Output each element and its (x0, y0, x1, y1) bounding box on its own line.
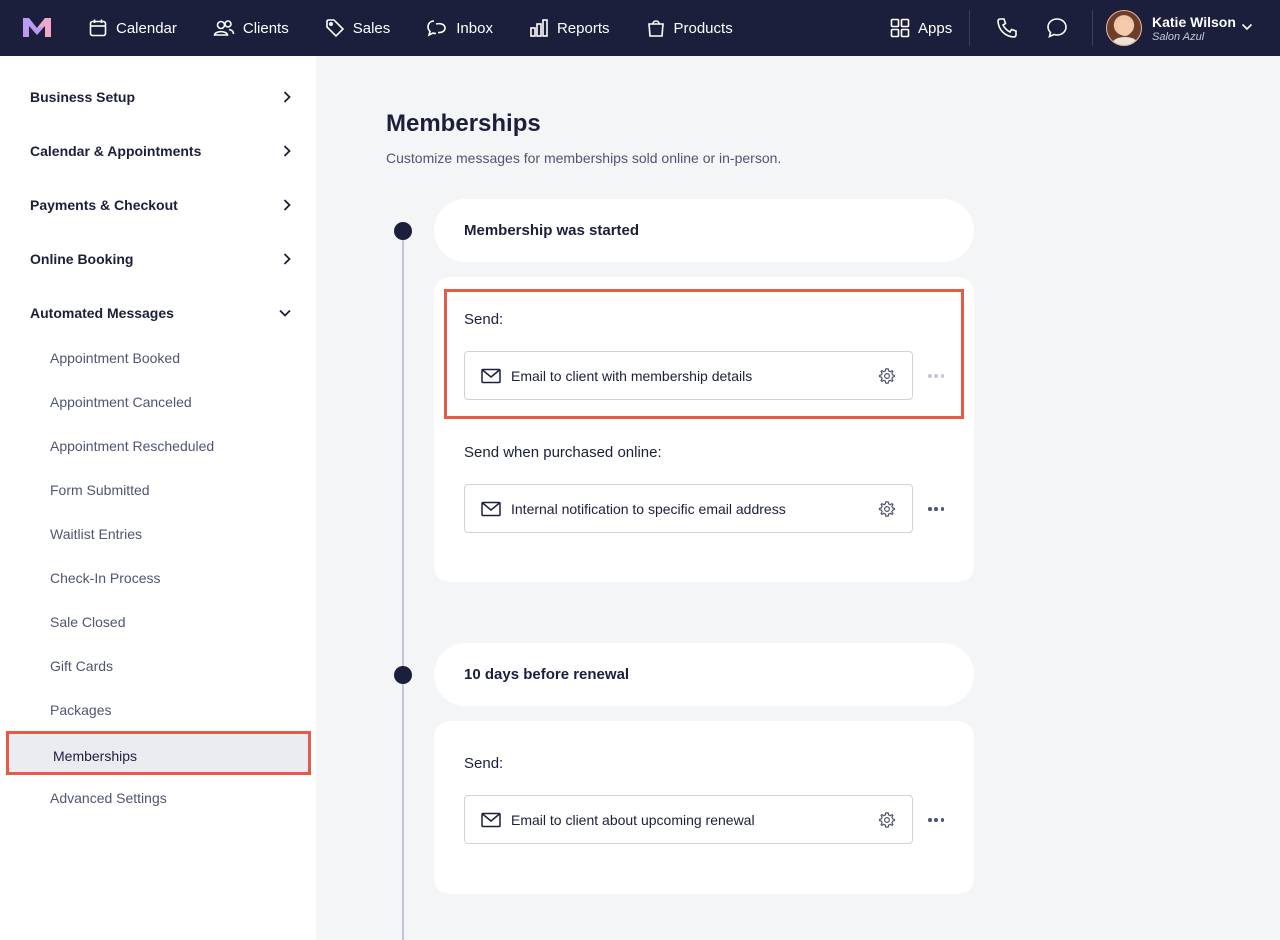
sidebar-item-packages[interactable]: Packages (50, 702, 111, 718)
gear-icon[interactable] (878, 500, 896, 518)
envelope-icon (481, 812, 501, 827)
send-label: Send: (464, 311, 504, 328)
event-header-membership-started: Membership was started (434, 199, 974, 262)
gear-icon[interactable] (878, 367, 896, 385)
nav-products-label: Products (673, 19, 733, 37)
sidebar-section-label: Payments & Checkout (30, 197, 178, 213)
envelope-icon (481, 368, 501, 383)
nav-calendar[interactable]: Calendar (88, 18, 177, 38)
sidebar-section-label: Calendar & Appointments (30, 143, 202, 159)
message-row-internal-notification[interactable]: Internal notification to specific email … (464, 484, 913, 533)
sidebar-section-calendar-appointments[interactable]: Calendar & Appointments (30, 143, 292, 159)
chevron-right-icon (283, 199, 291, 211)
nav-divider (969, 10, 970, 46)
apps-label: Apps (918, 19, 953, 37)
nav-inbox[interactable]: Inbox (426, 18, 493, 38)
chat-icon (427, 20, 447, 37)
sidebar-section-business-setup[interactable]: Business Setup (30, 89, 292, 105)
sidebar-section-label: Automated Messages (30, 305, 174, 321)
shopping-bag-icon (647, 20, 664, 37)
user-menu[interactable]: Katie Wilson Salon Azul (1106, 10, 1236, 46)
sidebar-item-gift-cards[interactable]: Gift Cards (50, 658, 113, 674)
sidebar-section-payments-checkout[interactable]: Payments & Checkout (30, 197, 292, 213)
event-card-before-renewal: Send: Email to client about upcoming ren… (434, 721, 974, 894)
sidebar-item-check-in-process[interactable]: Check-In Process (50, 570, 160, 586)
tag-icon (325, 19, 344, 38)
page-title: Memberships (386, 110, 541, 137)
brand-logo-icon[interactable] (22, 16, 52, 38)
message-label: Email to client about upcoming renewal (511, 811, 755, 828)
phone-icon[interactable] (995, 16, 1019, 40)
sidebar-item-appointment-booked[interactable]: Appointment Booked (50, 350, 180, 366)
clients-icon (213, 20, 235, 36)
chevron-down-icon[interactable] (1241, 22, 1253, 32)
nav-inbox-label: Inbox (456, 19, 493, 37)
send-label: Send: (464, 755, 504, 772)
messages-icon[interactable] (1045, 16, 1069, 40)
nav-calendar-label: Calendar (116, 19, 177, 37)
sidebar-item-memberships[interactable]: Memberships (6, 731, 311, 775)
main-nav: Calendar Clients Sales Inbox Reports Pro… (88, 0, 769, 56)
top-nav: Calendar Clients Sales Inbox Reports Pro… (0, 0, 1280, 56)
event-header-before-renewal: 10 days before renewal (434, 643, 974, 706)
message-label: Email to client with membership details (511, 367, 753, 384)
sidebar-item-form-submitted[interactable]: Form Submitted (50, 482, 150, 498)
user-name: Katie Wilson (1152, 13, 1236, 30)
more-options-button[interactable] (928, 374, 944, 378)
message-row-upcoming-renewal[interactable]: Email to client about upcoming renewal (464, 795, 913, 844)
sidebar-item-label: Memberships (53, 748, 138, 764)
timeline-dot (394, 666, 412, 684)
timeline-line (402, 230, 404, 940)
nav-clients-label: Clients (242, 19, 289, 37)
sidebar-section-label: Online Booking (30, 251, 134, 267)
timeline-dot (394, 222, 412, 240)
grid-icon (890, 18, 910, 38)
sidebar-section-online-booking[interactable]: Online Booking (30, 251, 292, 267)
business-name: Salon Azul (1152, 30, 1205, 43)
nav-reports[interactable]: Reports (529, 18, 610, 38)
sidebar-item-waitlist-entries[interactable]: Waitlist Entries (50, 526, 142, 542)
more-options-button[interactable] (928, 818, 944, 822)
nav-divider (1092, 10, 1093, 46)
avatar (1106, 10, 1142, 46)
chevron-down-icon (279, 309, 291, 317)
sidebar-section-automated-messages[interactable]: Automated Messages (30, 305, 292, 321)
sidebar-item-advanced-settings[interactable]: Advanced Settings (50, 790, 167, 806)
chevron-right-icon (283, 91, 291, 103)
sidebar-item-appointment-canceled[interactable]: Appointment Canceled (50, 394, 192, 410)
sidebar-item-sale-closed[interactable]: Sale Closed (50, 614, 126, 630)
nav-sales[interactable]: Sales (325, 18, 391, 38)
nav-clients[interactable]: Clients (213, 18, 289, 38)
nav-sales-label: Sales (352, 19, 391, 37)
chevron-right-icon (283, 253, 291, 265)
sidebar-section-label: Business Setup (30, 89, 136, 105)
nav-reports-label: Reports (556, 19, 610, 37)
settings-sidebar: Business Setup Calendar & Appointments P… (0, 56, 316, 940)
bar-chart-icon (530, 19, 548, 37)
message-row-membership-details[interactable]: Email to client with membership details (464, 351, 913, 400)
event-card-membership-started: Send: Email to client with membership de… (434, 277, 974, 582)
chevron-right-icon (283, 145, 291, 157)
sidebar-item-appointment-rescheduled[interactable]: Appointment Rescheduled (50, 438, 214, 454)
page-subtitle: Customize messages for memberships sold … (386, 150, 782, 166)
calendar-icon (89, 19, 107, 37)
envelope-icon (481, 501, 501, 516)
send-online-label: Send when purchased online: (464, 444, 662, 461)
more-options-button[interactable] (928, 507, 944, 511)
gear-icon[interactable] (878, 811, 896, 829)
message-label: Internal notification to specific email … (511, 500, 786, 517)
nav-products[interactable]: Products (646, 18, 733, 38)
apps-button[interactable]: Apps (890, 18, 952, 38)
